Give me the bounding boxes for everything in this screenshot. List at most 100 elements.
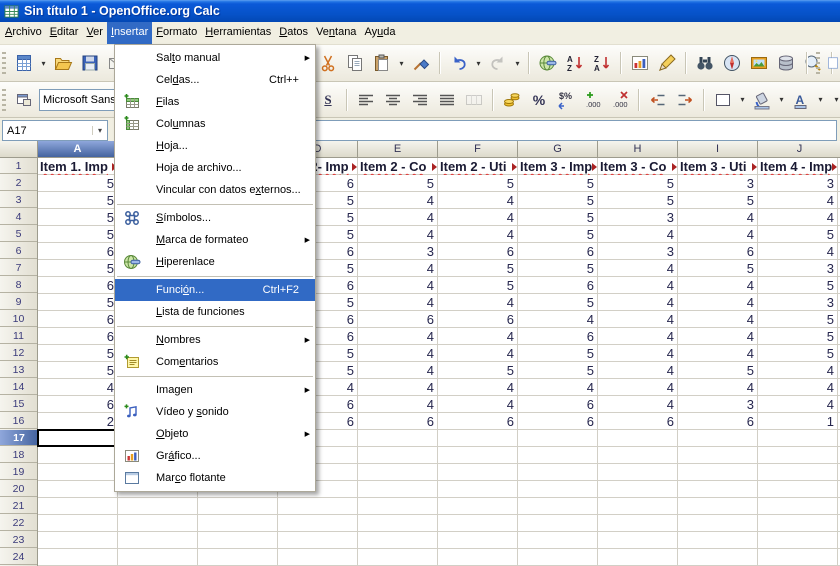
cell-g7[interactable]: 5 xyxy=(518,260,597,277)
font-color-dropdown-icon[interactable]: ▾ xyxy=(816,95,825,104)
cell-a1[interactable]: Item 1. Imp xyxy=(38,158,117,175)
cell-j15[interactable]: 4 xyxy=(758,396,837,413)
insert-menu-item-objeto[interactable]: Objeto▶ xyxy=(115,423,315,445)
cell-i9[interactable]: 4 xyxy=(678,294,757,311)
cell-j4[interactable]: 4 xyxy=(758,209,837,226)
cell-e2[interactable]: 5 xyxy=(358,175,437,192)
row-header-5[interactable]: 5 xyxy=(0,226,37,242)
row-header-6[interactable]: 6 xyxy=(0,243,37,259)
cell-i10[interactable]: 4 xyxy=(678,311,757,328)
cell-h8[interactable]: 4 xyxy=(598,277,677,294)
cell-cursor[interactable] xyxy=(37,429,118,447)
percent-button[interactable]: % xyxy=(527,88,551,112)
paste-dropdown-icon[interactable]: ▾ xyxy=(397,59,406,68)
menubar-item-formato[interactable]: Formato xyxy=(152,22,201,44)
cell-g13[interactable]: 5 xyxy=(518,362,597,379)
cell-h2[interactable]: 5 xyxy=(598,175,677,192)
open-button[interactable] xyxy=(51,51,75,75)
row-header-8[interactable]: 8 xyxy=(0,277,37,293)
cell-i2[interactable]: 3 xyxy=(678,175,757,192)
cell-h6[interactable]: 3 xyxy=(598,243,677,260)
toolbar-grip[interactable] xyxy=(2,52,6,74)
cell-f4[interactable]: 4 xyxy=(438,209,517,226)
cell-a11[interactable]: 6 xyxy=(38,328,117,345)
cell-a15[interactable]: 6 xyxy=(38,396,117,413)
row-header-21[interactable]: 21 xyxy=(0,498,37,514)
standard-format-button[interactable]: $% xyxy=(554,88,578,112)
cell-h12[interactable]: 4 xyxy=(598,345,677,362)
cell-e14[interactable]: 4 xyxy=(358,379,437,396)
cell-i7[interactable]: 5 xyxy=(678,260,757,277)
delete-decimal-button[interactable]: .000 xyxy=(608,88,632,112)
cell-g15[interactable]: 6 xyxy=(518,396,597,413)
insert-menu-item-salto-manual[interactable]: Salto manual▶ xyxy=(115,47,315,69)
cell-j12[interactable]: 5 xyxy=(758,345,837,362)
cell-h4[interactable]: 3 xyxy=(598,209,677,226)
hyperlink-button[interactable] xyxy=(536,51,560,75)
row-header-14[interactable]: 14 xyxy=(0,379,37,395)
cell-a9[interactable]: 5 xyxy=(38,294,117,311)
borders-dropdown-icon[interactable]: ▾ xyxy=(738,95,747,104)
cell-f8[interactable]: 5 xyxy=(438,277,517,294)
cell-f14[interactable]: 4 xyxy=(438,379,517,396)
cell-h15[interactable]: 4 xyxy=(598,396,677,413)
format-paintbrush-button[interactable] xyxy=(409,51,433,75)
cell-a8[interactable]: 6 xyxy=(38,277,117,294)
insert-menu-item-filas[interactable]: Filas xyxy=(115,91,315,113)
cell-j13[interactable]: 4 xyxy=(758,362,837,379)
row-header-18[interactable]: 18 xyxy=(0,447,37,463)
column-header-a[interactable]: A xyxy=(38,141,118,157)
cell-i1[interactable]: Item 3 - Uti xyxy=(678,158,757,175)
undo-dropdown-icon[interactable]: ▾ xyxy=(474,59,483,68)
column-header-g[interactable]: G xyxy=(518,141,598,157)
insert-menu-item-comentarios[interactable]: Comentarios xyxy=(115,351,315,373)
cell-f15[interactable]: 4 xyxy=(438,396,517,413)
background-color-dropdown-icon[interactable]: ▾ xyxy=(777,95,786,104)
sort-descending-button[interactable]: ZA xyxy=(590,51,614,75)
cell-e10[interactable]: 6 xyxy=(358,311,437,328)
insert-menu-item-marca-de-formateo[interactable]: Marca de formateo▶ xyxy=(115,229,315,251)
insert-menu-item-hoja-de-archivo[interactable]: Hoja de archivo... xyxy=(115,157,315,179)
cell-i14[interactable]: 4 xyxy=(678,379,757,396)
cell-g3[interactable]: 5 xyxy=(518,192,597,209)
data-sources-button[interactable] xyxy=(774,51,798,75)
column-header-e[interactable]: E xyxy=(358,141,438,157)
align-right-button[interactable] xyxy=(408,88,432,112)
insert-menu-item-vincular-con-datos-externos[interactable]: Vincular con datos externos... xyxy=(115,179,315,201)
cell-i3[interactable]: 5 xyxy=(678,192,757,209)
cell-j9[interactable]: 3 xyxy=(758,294,837,311)
menubar-item-archivo[interactable]: Archivo xyxy=(1,22,46,44)
name-box-dropdown-icon[interactable]: ▾ xyxy=(92,126,107,135)
row-header-3[interactable]: 3 xyxy=(0,192,37,208)
cell-i8[interactable]: 4 xyxy=(678,277,757,294)
cell-a6[interactable]: 6 xyxy=(38,243,117,260)
cell-f12[interactable]: 4 xyxy=(438,345,517,362)
add-decimal-button[interactable]: .000 xyxy=(581,88,605,112)
find-replace-button[interactable] xyxy=(693,51,717,75)
cell-j6[interactable]: 4 xyxy=(758,243,837,260)
cell-a4[interactable]: 5 xyxy=(38,209,117,226)
row-header-24[interactable]: 24 xyxy=(0,549,37,565)
cell-g4[interactable]: 5 xyxy=(518,209,597,226)
menubar-item-ventana[interactable]: Ventana xyxy=(312,22,360,44)
row-header-7[interactable]: 7 xyxy=(0,260,37,276)
row-header-11[interactable]: 11 xyxy=(0,328,37,344)
cell-j2[interactable]: 3 xyxy=(758,175,837,192)
increase-indent-button[interactable] xyxy=(673,88,697,112)
borders-button[interactable] xyxy=(711,88,735,112)
cell-i11[interactable]: 4 xyxy=(678,328,757,345)
cell-f16[interactable]: 6 xyxy=(438,413,517,430)
cell-g10[interactable]: 4 xyxy=(518,311,597,328)
cell-e16[interactable]: 6 xyxy=(358,413,437,430)
cell-e1[interactable]: Item 2 - Co xyxy=(358,158,437,175)
column-header-f[interactable]: F xyxy=(438,141,518,157)
cell-a14[interactable]: 4 xyxy=(38,379,117,396)
cut-button[interactable] xyxy=(316,51,340,75)
cell-i4[interactable]: 4 xyxy=(678,209,757,226)
gallery-button[interactable] xyxy=(747,51,771,75)
cell-f5[interactable]: 4 xyxy=(438,226,517,243)
cell-h5[interactable]: 4 xyxy=(598,226,677,243)
cell-e12[interactable]: 4 xyxy=(358,345,437,362)
partial-docked-button[interactable] xyxy=(826,51,840,75)
merge-cells-button[interactable] xyxy=(462,88,486,112)
